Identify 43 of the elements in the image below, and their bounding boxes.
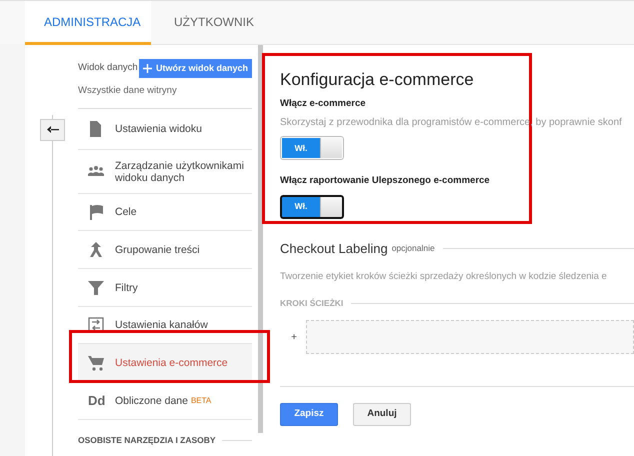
setting-label: Włącz raportowanie Ulepszonego e-commerce [280, 174, 491, 188]
toggle-switch[interactable]: Wł. [280, 136, 344, 160]
nav-item[interactable]: Dd Obliczone dane BETA [78, 382, 252, 420]
view-label: Widok danych [78, 61, 138, 76]
save-button[interactable]: Zapisz [280, 403, 338, 426]
cancel-button[interactable]: Anuluj [353, 403, 411, 426]
tab[interactable]: UŻYTKOWNIK [151, 1, 277, 45]
back-arrow-icon [46, 126, 58, 134]
setting-label: Włącz e-commerce [280, 97, 367, 111]
back-button[interactable] [40, 119, 65, 141]
toggle-switch[interactable]: Wł. [280, 194, 344, 218]
nav-label: Ustawienia kanałów [115, 319, 208, 332]
fork-arrow-icon [88, 242, 104, 258]
plus-icon [142, 64, 152, 73]
optional-note: opcjonalnie [392, 242, 435, 255]
nav-item[interactable]: Zarządzanie użytkownikami widoku danych [78, 150, 252, 194]
nav-label: Zarządzanie użytkownikami widoku danych [115, 160, 245, 184]
beta-label: BETA [190, 394, 212, 407]
nav-item[interactable]: Ustawienia e-commerce [78, 344, 252, 382]
nav-label: Filtry [115, 282, 138, 294]
nav-label: Ustawienia widoku [115, 123, 202, 136]
nav-icon-text: Dd [88, 392, 104, 410]
nav-item[interactable]: Ustawienia widoku [78, 109, 252, 150]
nav-label: Cele [115, 206, 137, 218]
document-icon [88, 121, 104, 138]
view-name: Wszystkie dane witryny [78, 84, 252, 110]
cart-icon [88, 354, 104, 371]
nav-label: Grupowanie treści [115, 244, 200, 256]
create-view-button[interactable]: Utwórz widok danych [138, 59, 252, 78]
section-description: Tworzenie etykiet kroków ścieżki sprzedaży określonych w kodzie śledzenia e [280, 270, 608, 284]
flag-icon [88, 204, 104, 220]
tab[interactable]: ADMINISTRACJA [25, 1, 151, 45]
steps-heading: KROKI ŚCIEŻKI [280, 297, 344, 310]
nav-label: Ustawienia e-commerce [115, 356, 228, 369]
nav-item[interactable]: Filtry [78, 269, 252, 308]
page-title: Konfiguracja e-commerce [280, 69, 475, 91]
nav-item[interactable]: Grupowanie treści [78, 231, 252, 270]
section-title: Checkout Labeling [280, 240, 388, 258]
add-step-button[interactable]: + [290, 330, 298, 344]
section-heading: OSOBISTE NARZĘDZIA I ZASOBY [78, 434, 216, 447]
nav-item[interactable]: Cele [78, 194, 252, 232]
nav-label: Obliczone dane [115, 394, 188, 407]
funnel-icon [88, 280, 104, 296]
